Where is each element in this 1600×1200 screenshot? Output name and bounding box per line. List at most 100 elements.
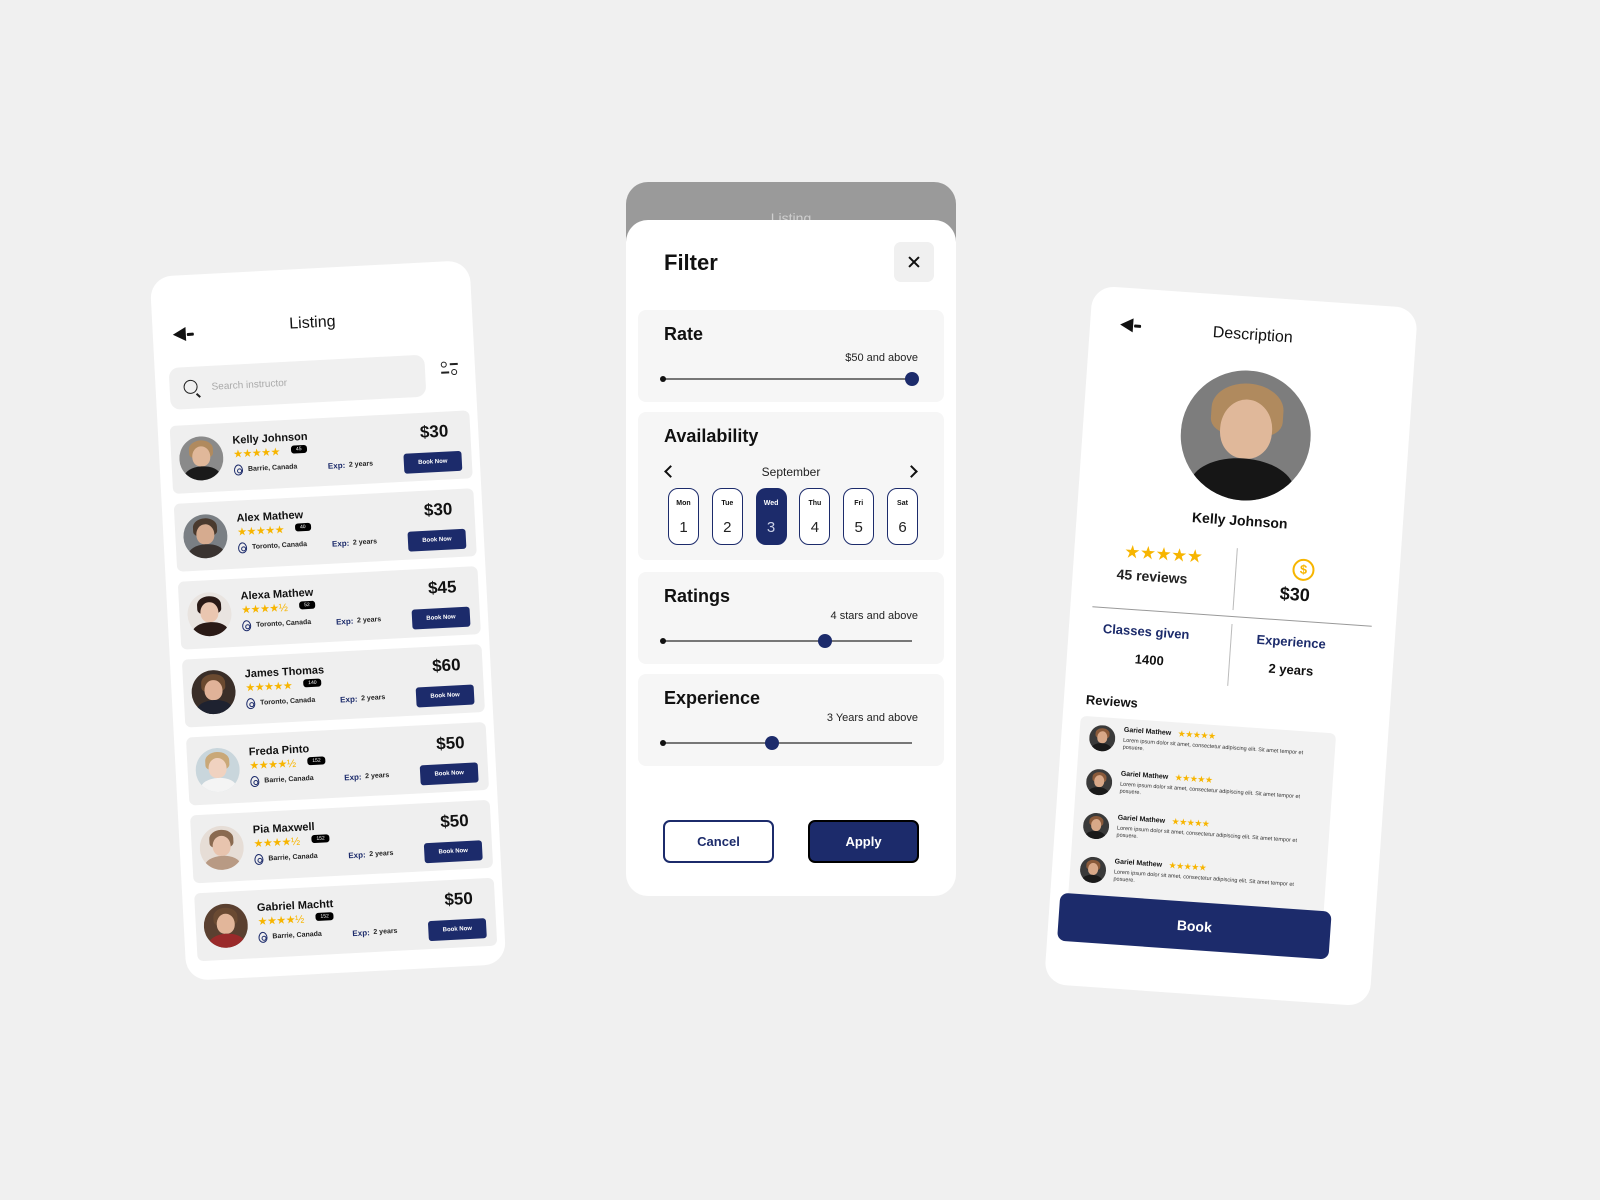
list-item[interactable]: Freda Pinto ★★★★½ 152 Barrie, Canada Exp… (185, 721, 490, 806)
filter-button[interactable] (438, 357, 463, 382)
star-rating-icon: ★★★★★ (1168, 860, 1207, 873)
reviewer-avatar (1079, 856, 1107, 884)
dollar-coin-icon: $ (1291, 558, 1316, 582)
day-name: Mon (676, 500, 691, 507)
ratings-slider[interactable] (660, 634, 912, 648)
listing-screen: Listing Kelly Johnson ★★★★★ 45 Barrie, C… (149, 260, 507, 981)
location: Barrie, Canada (268, 852, 318, 863)
divider (1232, 548, 1238, 611)
day-option[interactable]: Fri 5 (843, 488, 875, 545)
filter-sliders-icon (440, 361, 447, 368)
reviewer-name: Gariel Mathew (1120, 770, 1169, 781)
page-title: Listing (288, 313, 336, 333)
list-item[interactable]: James Thomas ★★★★★ 140 Toronto, Canada E… (181, 644, 485, 728)
experience-label: Exp: (352, 928, 370, 939)
experience-label: Exp: (339, 694, 358, 705)
location: Barrie, Canada (264, 774, 314, 785)
location-pin-icon (237, 542, 248, 554)
month-label: September (761, 465, 821, 479)
day-date: 5 (854, 519, 863, 536)
rate-slider[interactable] (660, 372, 919, 386)
review-text: Lorem ipsum dolor sit amet, consectetur … (1122, 737, 1304, 757)
day-picker: Mon 1 Tue 2 Wed 3 Thu 4 Fri 5 Sat 6 (668, 488, 918, 546)
location: Toronto, Canada (260, 696, 316, 707)
avatar (182, 513, 229, 560)
slider-thumb[interactable] (817, 634, 832, 648)
month-navigator: September (664, 464, 918, 480)
review-count-badge: 140 (303, 678, 322, 688)
location: Toronto, Canada (255, 618, 312, 629)
book-now-button[interactable]: Book Now (407, 528, 467, 552)
experience-value: 2 years (369, 849, 394, 859)
day-date: 6 (898, 519, 907, 536)
price: $50 (439, 810, 470, 832)
location-pin-icon (258, 931, 268, 944)
price: $45 (427, 577, 457, 598)
star-rating-icon: ★★★★★ (232, 446, 281, 461)
close-button[interactable] (894, 242, 934, 282)
classes-given-label: Classes given (1102, 621, 1190, 643)
sheet-title: Filter (664, 250, 718, 275)
price: $30 (423, 499, 453, 520)
book-now-button[interactable]: Book Now (427, 918, 487, 942)
review-text: Lorem ipsum dolor sit amet, consectetur … (1116, 825, 1298, 845)
experience-section: Experience 3 Years and above (638, 674, 944, 766)
star-rating-icon: ★★★★½ (257, 913, 305, 929)
day-option[interactable]: Wed 3 (755, 488, 787, 545)
cancel-button[interactable]: Cancel (663, 820, 774, 863)
star-rating-icon: ★★★★★ (236, 524, 285, 539)
experience-value: 2 years (356, 616, 382, 625)
star-rating-icon: ★★★★½ (241, 602, 288, 617)
list-item[interactable]: Kelly Johnson ★★★★★ 45 Barrie, Canada Ex… (169, 410, 473, 494)
location-pin-icon (250, 775, 260, 788)
review-text: Lorem ipsum dolor sit amet, consectetur … (1119, 781, 1301, 801)
rate-section: Rate $50 and above (638, 310, 944, 402)
day-option[interactable]: Tue 2 (711, 488, 743, 545)
day-date: 3 (766, 519, 776, 536)
book-now-button[interactable]: Book Now (415, 684, 475, 708)
location-pin-icon (241, 620, 252, 632)
list-item[interactable]: Pia Maxwell ★★★★½ 152 Barrie, Canada Exp… (190, 799, 494, 884)
location: Barrie, Canada (247, 463, 298, 473)
book-now-button[interactable]: Book Now (419, 762, 479, 786)
experience-value: 2 years (348, 460, 374, 469)
day-name: Thu (808, 500, 822, 507)
instructor-name: Freda Pinto (248, 743, 310, 759)
day-name: Wed (763, 500, 779, 507)
reviewer-name: Gariel Mathew (1123, 726, 1172, 738)
list-item[interactable]: Alex Mathew ★★★★★ 40 Toronto, Canada Exp… (173, 488, 477, 572)
search-icon (183, 379, 198, 395)
book-now-button[interactable]: Book Now (403, 450, 463, 474)
price: $30 (1279, 583, 1311, 606)
day-option[interactable]: Sat 6 (886, 488, 918, 545)
day-option[interactable]: Thu 4 (799, 488, 831, 545)
review-count-badge: 152 (311, 834, 330, 844)
section-title: Rate (664, 324, 704, 344)
instructor-name: Pia Maxwell (252, 820, 315, 837)
profile-avatar (1176, 366, 1316, 505)
review-count-badge: 40 (294, 522, 311, 532)
day-date: 4 (810, 519, 820, 536)
day-name: Sat (897, 500, 908, 507)
reviewer-avatar (1085, 768, 1114, 797)
location-pin-icon (233, 464, 244, 476)
reviews-list[interactable]: Gariel Mathew ★★★★★ Lorem ipsum dolor si… (1067, 715, 1337, 919)
slider-thumb[interactable] (905, 372, 919, 386)
list-item[interactable]: Alexa Mathew ★★★★½ 52 Toronto, Canada Ex… (177, 566, 481, 650)
search-input[interactable] (211, 365, 412, 398)
experience-value: 2 years (352, 538, 378, 547)
apply-button[interactable]: Apply (808, 820, 919, 863)
stats-grid: ★★★★★ 45 reviews $ $30 Classes given 140… (1087, 530, 1377, 699)
star-rating-icon: ★★★★★ (1177, 728, 1216, 742)
list-item[interactable]: Gabriel Machtt ★★★★½ 152 Barrie, Canada … (194, 877, 498, 962)
classes-given-value: 1400 (1134, 651, 1165, 669)
day-option[interactable]: Mon 1 (668, 488, 699, 545)
book-now-button[interactable]: Book Now (411, 606, 471, 630)
experience-label: Exp: (327, 460, 346, 471)
experience-value: 2 years (373, 927, 398, 937)
book-now-button[interactable]: Book Now (423, 840, 483, 864)
instructor-name: Kelly Johnson (232, 430, 308, 447)
description-screen: Description Kelly Johnson ★★★★★ 45 revie… (1043, 285, 1419, 1007)
slider-thumb[interactable] (765, 736, 779, 750)
experience-slider[interactable] (660, 736, 912, 750)
